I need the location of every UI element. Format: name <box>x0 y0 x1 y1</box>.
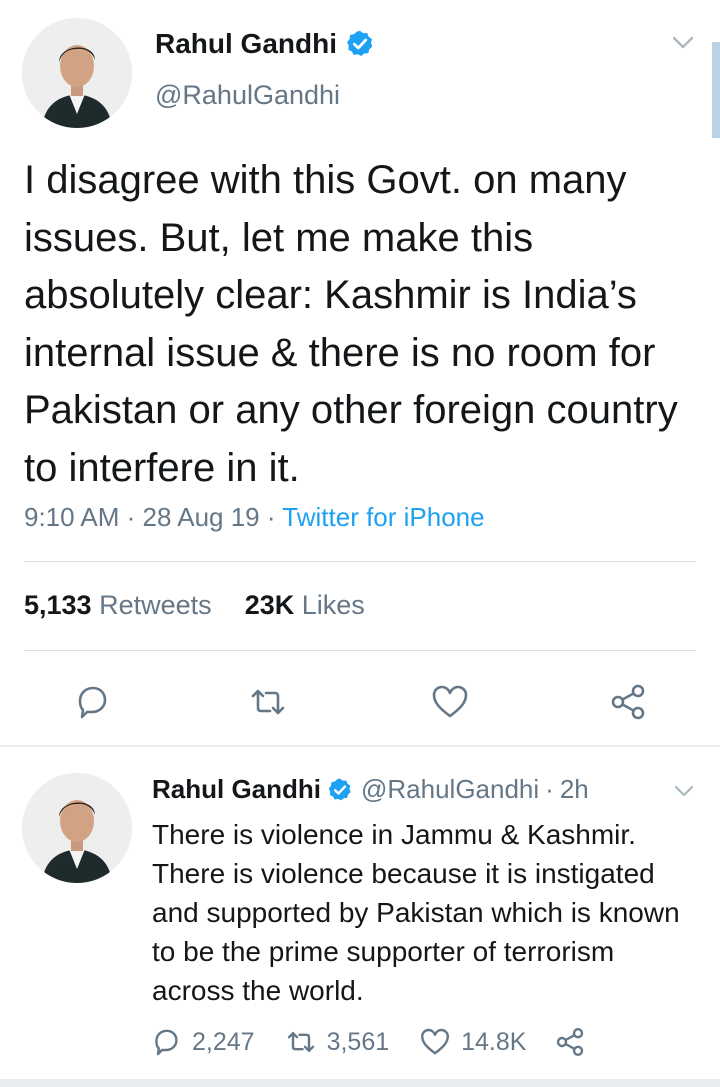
reply-button[interactable]: 2,247 <box>150 1026 255 1058</box>
share-icon <box>611 684 645 720</box>
author-display-name[interactable]: Rahul Gandhi <box>152 774 321 805</box>
retweet-button[interactable]: 3,561 <box>285 1026 390 1058</box>
author-handle[interactable]: @RahulGandhi <box>361 774 539 805</box>
meta-separator: · <box>119 502 143 532</box>
meta-separator: · <box>259 502 283 532</box>
retweets-stat[interactable]: 5,133 Retweets <box>24 590 212 620</box>
reply-icon <box>78 686 107 719</box>
like-icon <box>432 685 468 718</box>
likes-count: 23K <box>244 590 295 620</box>
divider <box>24 561 696 562</box>
engagement-stats: 5,133 Retweets 23K Likes <box>24 590 365 621</box>
retweets-count: 5,133 <box>24 590 92 620</box>
share-button[interactable] <box>554 1026 586 1058</box>
reply-count: 2,247 <box>192 1027 255 1056</box>
tweet-date: 28 Aug 19 <box>142 502 260 532</box>
tweet-time: 9:10 AM <box>24 502 120 532</box>
share-icon <box>557 1028 584 1056</box>
profile-photo-icon <box>22 18 132 128</box>
reply-button[interactable] <box>72 682 112 722</box>
likes-label: Likes <box>301 590 365 620</box>
retweets-label: Retweets <box>99 590 212 620</box>
tweet-actions: 2,247 3,561 14.8K <box>150 1022 586 1062</box>
verified-badge-icon <box>327 777 353 803</box>
divider <box>24 650 696 651</box>
second-tweet-header: Rahul Gandhi @RahulGandhi · 2h <box>152 774 589 805</box>
reply-icon <box>155 1029 178 1056</box>
bottom-divider <box>0 1079 720 1087</box>
like-button[interactable]: 14.8K <box>419 1026 526 1058</box>
tweet-time[interactable]: 2h <box>560 774 589 805</box>
tweet-metadata: 9:10 AM · 28 Aug 19 · Twitter for iPhone <box>24 502 485 533</box>
retweet-icon <box>287 1032 314 1052</box>
chevron-down-icon[interactable] <box>672 36 694 50</box>
tweet-text: There is violence in Jammu & Kashmir. Th… <box>152 819 680 1006</box>
main-tweet: Rahul Gandhi @RahulGandhi I disagree wit… <box>0 0 720 745</box>
thread-divider <box>0 745 720 747</box>
avatar[interactable] <box>22 18 132 128</box>
likes-stat[interactable]: 23K Likes <box>245 590 365 620</box>
like-count: 14.8K <box>461 1027 527 1056</box>
retweet-button[interactable] <box>248 682 288 722</box>
retweet-count: 3,561 <box>326 1027 390 1056</box>
author-handle[interactable]: @RahulGandhi <box>155 80 340 111</box>
like-icon <box>421 1028 450 1055</box>
verified-badge-icon <box>345 29 375 59</box>
share-button[interactable] <box>608 682 648 722</box>
avatar[interactable] <box>22 773 132 883</box>
retweet-icon <box>251 689 285 715</box>
author-display-name[interactable]: Rahul Gandhi <box>155 28 337 60</box>
meta-separator: · <box>545 774 554 804</box>
author-name-row: Rahul Gandhi <box>155 28 375 60</box>
tweet-text: I disagree with this Govt. on many issue… <box>24 158 678 490</box>
chevron-down-icon[interactable] <box>674 784 694 797</box>
like-button[interactable] <box>430 682 470 722</box>
tweet-source-link[interactable]: Twitter for iPhone <box>282 502 484 532</box>
profile-photo-icon <box>22 773 132 883</box>
